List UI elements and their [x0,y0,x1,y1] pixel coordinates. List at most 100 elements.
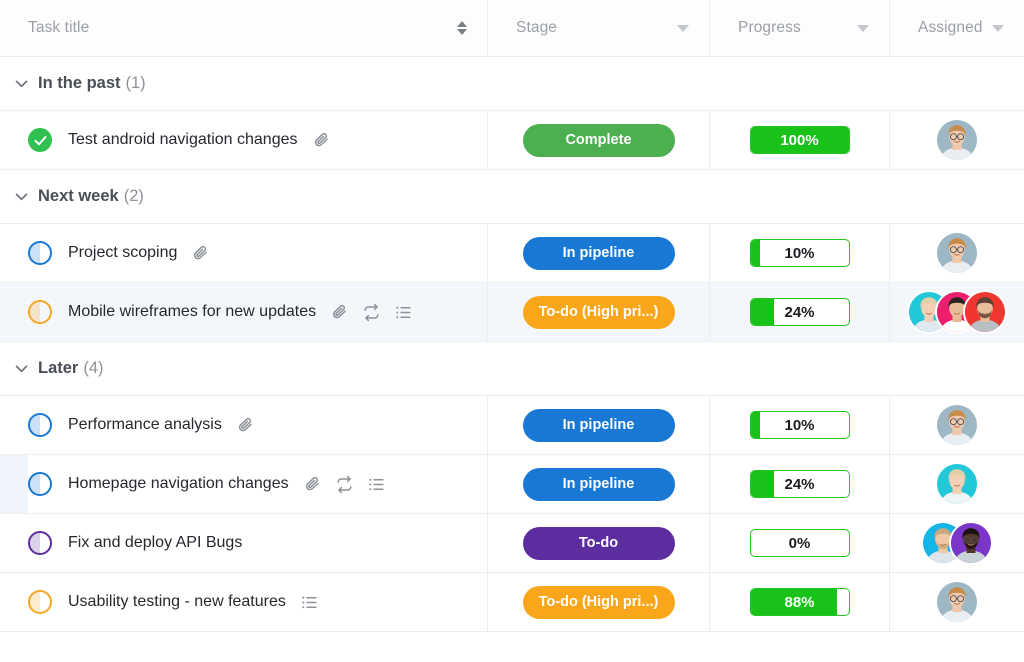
task-stage-cell[interactable]: Complete [488,111,710,169]
task-assigned-cell[interactable] [890,514,1024,572]
stage-badge[interactable]: In pipeline [523,409,675,442]
attachment-icon[interactable] [312,131,331,150]
attachment-icon[interactable] [236,416,255,435]
task-assigned-cell[interactable] [890,396,1024,454]
avatar[interactable] [935,580,979,624]
task-status-ring-icon[interactable] [28,472,52,496]
subtasks-icon[interactable] [367,475,386,494]
group-collapse-chevron-icon[interactable] [8,360,34,377]
progress-bar[interactable]: 10% [750,239,850,267]
task-status-ring-icon[interactable] [28,531,52,555]
avatar[interactable] [949,521,993,565]
stage-badge[interactable]: To-do (High pri...) [523,296,675,329]
task-row[interactable]: Test android navigation changes Complete 1… [0,111,1024,170]
assignee-avatar-group[interactable] [935,118,979,162]
column-header-progress[interactable]: Progress [710,0,890,56]
task-row[interactable]: Fix and deploy API Bugs To-do 0% [0,514,1024,573]
progress-value-label: 10% [751,412,849,438]
task-title-cell[interactable]: Fix and deploy API Bugs [0,514,488,572]
task-assigned-cell[interactable] [890,283,1024,341]
task-stage-cell[interactable]: In pipeline [488,224,710,282]
task-progress-cell[interactable]: 10% [710,396,890,454]
sort-asc-triangle [457,21,467,27]
group-header[interactable]: Later(4) [0,342,1024,396]
subtasks-icon[interactable] [300,593,319,612]
repeat-icon[interactable] [335,475,354,494]
task-row[interactable]: Homepage navigation changes In pipeline 24… [0,455,1024,514]
repeat-icon[interactable] [362,303,381,322]
task-row[interactable]: Project scoping In pipeline 10% [0,224,1024,283]
assignee-avatar-group[interactable] [921,521,993,565]
progress-value-label: 88% [751,589,849,615]
task-progress-cell[interactable]: 100% [710,111,890,169]
task-stage-cell[interactable]: To-do (High pri...) [488,283,710,341]
progress-bar[interactable]: 10% [750,411,850,439]
task-stage-cell[interactable]: In pipeline [488,396,710,454]
task-meta-icons [303,475,386,494]
assignee-avatar-group[interactable] [935,462,979,506]
progress-bar[interactable]: 88% [750,588,850,616]
group-collapse-chevron-icon[interactable] [8,188,34,205]
attachment-icon[interactable] [330,303,349,322]
stage-badge[interactable]: In pipeline [523,468,675,501]
avatar[interactable] [935,231,979,275]
column-header-stage[interactable]: Stage [488,0,710,56]
avatar[interactable] [935,462,979,506]
assignee-avatar-group[interactable] [935,403,979,447]
task-stage-cell[interactable]: To-do (High pri...) [488,573,710,631]
column-header-task-title[interactable]: Task title [0,0,488,56]
assignee-avatar-group[interactable] [907,290,1007,334]
task-progress-cell[interactable]: 24% [710,283,890,341]
task-title-cell[interactable]: Mobile wireframes for new updates [0,283,488,341]
task-title-cell[interactable]: Test android navigation changes [0,111,488,169]
avatar[interactable] [963,290,1007,334]
task-status-ring-icon[interactable] [28,241,52,265]
task-assigned-cell[interactable] [890,224,1024,282]
stage-badge[interactable]: Complete [523,124,675,157]
task-assigned-cell[interactable] [890,455,1024,513]
task-title-cell[interactable]: Usability testing - new features [0,573,488,631]
progress-bar[interactable]: 24% [750,298,850,326]
task-status-ring-icon[interactable] [28,300,52,324]
task-assigned-cell[interactable] [890,111,1024,169]
progress-bar[interactable]: 100% [750,126,850,154]
group-collapse-chevron-icon[interactable] [8,75,34,92]
task-row[interactable]: Performance analysis In pipeline 10% [0,396,1024,455]
stage-badge[interactable]: To-do (High pri...) [523,586,675,619]
column-header-assigned[interactable]: Assigned [890,0,1024,56]
task-title-cell[interactable]: Homepage navigation changes [0,455,488,513]
task-progress-cell[interactable]: 0% [710,514,890,572]
task-progress-cell[interactable]: 88% [710,573,890,631]
task-name: Fix and deploy API Bugs [68,534,242,552]
assignee-avatar-group[interactable] [935,231,979,275]
stage-badge[interactable]: To-do [523,527,675,560]
task-progress-cell[interactable]: 10% [710,224,890,282]
task-title-cell[interactable]: Project scoping [0,224,488,282]
task-status-ring-icon[interactable] [28,590,52,614]
chevron-down-icon[interactable] [857,25,869,32]
task-title-cell[interactable]: Performance analysis [0,396,488,454]
group-header[interactable]: Next week(2) [0,170,1024,224]
progress-bar[interactable]: 24% [750,470,850,498]
sort-icon[interactable] [457,21,467,35]
task-status-ring-icon[interactable] [28,413,52,437]
chevron-down-icon[interactable] [992,25,1004,32]
stage-badge[interactable]: In pipeline [523,237,675,270]
task-status-complete-icon[interactable] [28,128,52,152]
task-row[interactable]: Usability testing - new features To-do (H… [0,573,1024,632]
task-row[interactable]: Mobile wireframes for new updates To-do (… [0,283,1024,342]
task-stage-cell[interactable]: In pipeline [488,455,710,513]
task-stage-cell[interactable]: To-do [488,514,710,572]
avatar[interactable] [935,118,979,162]
chevron-down-icon[interactable] [677,25,689,32]
task-progress-cell[interactable]: 24% [710,455,890,513]
avatar[interactable] [935,403,979,447]
task-assigned-cell[interactable] [890,573,1024,631]
progress-bar[interactable]: 0% [750,529,850,557]
group-header[interactable]: In the past(1) [0,57,1024,111]
assignee-avatar-group[interactable] [935,580,979,624]
attachment-icon[interactable] [191,244,210,263]
subtasks-icon[interactable] [394,303,413,322]
progress-value-label: 10% [751,240,849,266]
attachment-icon[interactable] [303,475,322,494]
